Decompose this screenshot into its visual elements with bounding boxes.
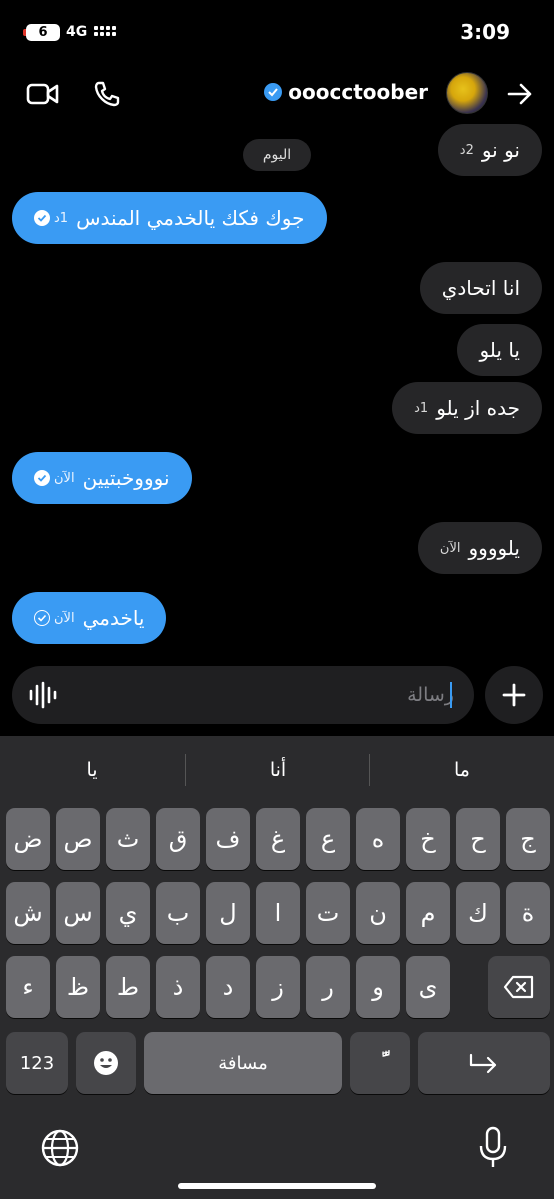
- message-meta: الآن: [34, 470, 75, 486]
- message-text: جوك فكك يالخدمي المندس: [76, 206, 305, 230]
- username-text: ooocctoober: [288, 80, 428, 104]
- key[interactable]: ج: [506, 808, 550, 870]
- key[interactable]: ف: [206, 808, 250, 870]
- suggestion-item[interactable]: يا: [0, 736, 184, 804]
- space-key[interactable]: مسافة: [144, 1032, 342, 1094]
- seen-check-icon: [34, 210, 50, 226]
- verified-badge-icon: [264, 83, 283, 101]
- add-attachment-button[interactable]: [485, 666, 543, 724]
- message-time: 1د: [54, 210, 69, 226]
- microphone-icon[interactable]: [478, 1126, 508, 1170]
- suggestion-item[interactable]: أنا: [186, 736, 370, 804]
- key[interactable]: ظ: [56, 956, 100, 1018]
- key[interactable]: ح: [456, 808, 500, 870]
- message-time: الآن: [54, 470, 75, 486]
- message-time: الآن: [54, 610, 75, 626]
- key[interactable]: ق: [156, 808, 200, 870]
- message-meta: 1د: [34, 210, 68, 226]
- message-bubble-received[interactable]: جده از يلو 1د: [392, 382, 542, 434]
- sent-check-icon: [34, 610, 50, 626]
- voice-call-icon[interactable]: [90, 78, 124, 110]
- message-composer: [12, 666, 474, 724]
- day-separator: اليوم: [243, 139, 311, 171]
- key[interactable]: ض: [6, 808, 50, 870]
- key[interactable]: ك: [456, 882, 500, 944]
- key[interactable]: ع: [306, 808, 350, 870]
- message-time: الآن: [439, 540, 461, 556]
- message-bubble-received[interactable]: انا اتحادي: [419, 262, 542, 314]
- emoji-icon: [94, 1051, 118, 1075]
- keyboard: يا أنا ما ض ص ث ق ف غ ع ه خ ح ج ش س ي ب …: [0, 736, 554, 1199]
- key[interactable]: س: [56, 882, 100, 944]
- voice-note-icon[interactable]: [28, 681, 58, 709]
- key[interactable]: ء: [6, 956, 50, 1018]
- message-text: انا اتحادي: [441, 276, 520, 300]
- message-text: نو نو: [481, 138, 520, 162]
- key[interactable]: ى: [406, 956, 450, 1018]
- key[interactable]: ش: [6, 882, 50, 944]
- key[interactable]: ث: [106, 808, 150, 870]
- message-list: نو نو 2د اليوم جوك فكك يالخدمي المندس 1د…: [0, 124, 554, 664]
- emoji-key[interactable]: [76, 1032, 136, 1094]
- text-cursor: [450, 682, 452, 708]
- message-text: يلوووو: [468, 536, 521, 560]
- diacritic-key[interactable]: ًّ: [350, 1032, 410, 1094]
- key[interactable]: م: [406, 882, 450, 944]
- numbers-key[interactable]: 123: [6, 1032, 68, 1094]
- chat-username[interactable]: ooocctoober: [264, 80, 428, 104]
- globe-icon[interactable]: [40, 1128, 80, 1168]
- key[interactable]: ز: [256, 956, 300, 1018]
- message-text: نوووخبتيين: [82, 466, 170, 490]
- message-bubble-received[interactable]: يا يلو: [457, 324, 542, 376]
- status-time: 3:09: [460, 20, 510, 44]
- backspace-key[interactable]: [488, 956, 550, 1018]
- message-bubble-sent[interactable]: جوك فكك يالخدمي المندس 1د: [12, 192, 327, 244]
- key[interactable]: ل: [206, 882, 250, 944]
- key[interactable]: ت: [306, 882, 350, 944]
- message-time: 1د: [414, 400, 429, 416]
- message-text: جده از يلو: [436, 396, 520, 420]
- status-bar: 6 4G 3:09: [0, 0, 554, 64]
- battery-indicator: 6: [23, 24, 60, 41]
- key[interactable]: ر: [306, 956, 350, 1018]
- message-meta: الآن: [34, 610, 75, 626]
- return-arrow-icon: [469, 1053, 497, 1074]
- message-bubble-sent[interactable]: نوووخبتيين الآن: [12, 452, 192, 504]
- suggestion-item[interactable]: ما: [370, 736, 554, 804]
- key[interactable]: ب: [156, 882, 200, 944]
- video-call-icon[interactable]: [24, 78, 62, 110]
- avatar[interactable]: [446, 72, 488, 114]
- key[interactable]: ذ: [156, 956, 200, 1018]
- key[interactable]: ي: [106, 882, 150, 944]
- message-text: يا يلو: [479, 338, 520, 362]
- key[interactable]: ط: [106, 956, 150, 1018]
- key[interactable]: و: [356, 956, 400, 1018]
- key[interactable]: خ: [406, 808, 450, 870]
- key[interactable]: ن: [356, 882, 400, 944]
- signal-icon: [94, 26, 116, 36]
- message-time: 2د: [459, 142, 474, 158]
- key[interactable]: ة: [506, 882, 550, 944]
- message-bubble-received[interactable]: نو نو 2د: [437, 124, 542, 176]
- message-input[interactable]: [94, 678, 454, 712]
- network-type: 4G: [66, 24, 88, 40]
- key[interactable]: ه: [356, 808, 400, 870]
- home-indicator: [178, 1183, 376, 1189]
- key[interactable]: غ: [256, 808, 300, 870]
- return-key[interactable]: [418, 1032, 550, 1094]
- message-bubble-received[interactable]: يلوووو الآن: [417, 522, 542, 574]
- back-arrow-icon[interactable]: [504, 78, 536, 110]
- key[interactable]: ص: [56, 808, 100, 870]
- seen-check-icon: [34, 470, 50, 486]
- message-bubble-sent[interactable]: ياخدمي الآن: [12, 592, 167, 644]
- key[interactable]: د: [206, 956, 250, 1018]
- key[interactable]: ا: [256, 882, 300, 944]
- suggestion-bar: يا أنا ما: [0, 736, 554, 804]
- backspace-icon: [503, 975, 534, 999]
- message-text: ياخدمي: [82, 606, 145, 630]
- chat-header: ooocctoober: [0, 64, 554, 124]
